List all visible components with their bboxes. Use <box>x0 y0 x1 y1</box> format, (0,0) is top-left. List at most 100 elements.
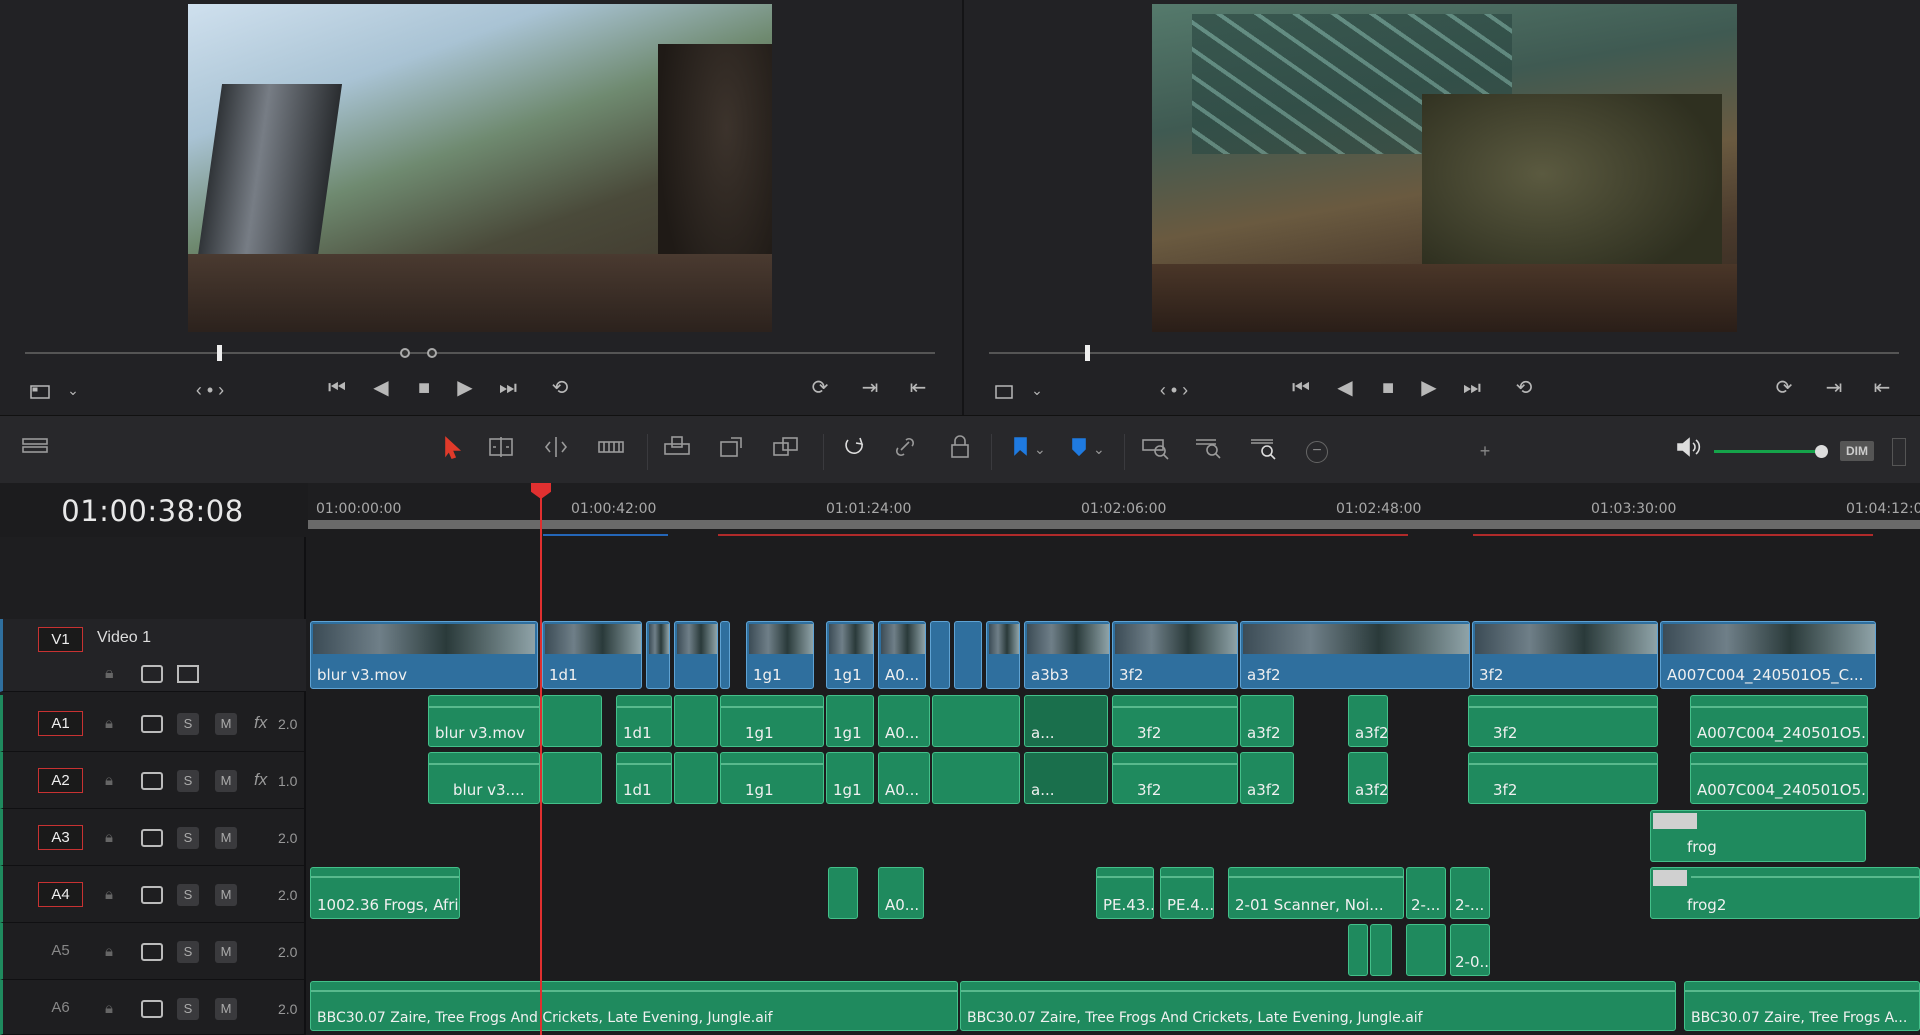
audio-clip[interactable]: A0... <box>878 695 930 747</box>
timeline-view-options-icon[interactable] <box>20 434 56 466</box>
go-to-end-icon[interactable]: ⏭ <box>493 376 523 404</box>
audio-clip[interactable]: 3f2 <box>1112 752 1238 804</box>
video-clip[interactable]: 1d1 <box>542 621 642 689</box>
match-frame-icon[interactable]: ⟳ <box>805 376 835 404</box>
play-reverse-icon[interactable]: ◀ <box>366 376 396 404</box>
audio-clip[interactable]: a3f2 <box>1240 695 1294 747</box>
video-clip[interactable] <box>930 621 950 689</box>
video-clip[interactable]: 1g1 <box>826 621 874 689</box>
video-clip[interactable]: 3f2 <box>1112 621 1238 689</box>
jog-control[interactable]: ‹ • › <box>195 378 225 406</box>
audio-clip[interactable]: 3f2 <box>1468 752 1658 804</box>
stop-icon[interactable]: ■ <box>1373 376 1403 404</box>
jog-control[interactable]: ‹ • › <box>1159 378 1189 406</box>
audio-clip[interactable]: 1g1 <box>826 752 874 804</box>
audio-clip[interactable]: blur v3.... <box>428 752 540 804</box>
track-name-a2[interactable]: A2 <box>38 768 83 793</box>
audio-clip[interactable] <box>1370 924 1392 976</box>
stop-icon[interactable]: ■ <box>409 376 439 404</box>
track-volume[interactable]: 2.0 <box>278 944 297 960</box>
detail-zoom-icon[interactable] <box>1193 434 1229 466</box>
audio-clip[interactable] <box>1406 924 1446 976</box>
match-frame-icon[interactable]: ⟳ <box>1769 376 1799 404</box>
track-volume[interactable]: 2.0 <box>278 830 297 846</box>
lock-icon[interactable]: 🔒︎ <box>105 665 127 683</box>
source-scrub-bar[interactable] <box>25 345 935 361</box>
zoom-in-icon[interactable]: + <box>1474 441 1496 463</box>
ruler-range-bar[interactable] <box>308 520 1920 529</box>
mark-out-icon[interactable]: ⇤ <box>903 376 933 404</box>
track-name-a4[interactable]: A4 <box>38 882 83 907</box>
track-volume[interactable]: 2.0 <box>278 887 297 903</box>
audio-clip[interactable] <box>932 752 1020 804</box>
audio-clip[interactable] <box>674 695 718 747</box>
audio-clip[interactable]: a3f2 <box>1348 752 1388 804</box>
play-icon[interactable]: ▶ <box>1414 376 1444 404</box>
audio-clip[interactable]: BBC30.07 Zaire, Tree Frogs And Crickets,… <box>310 981 958 1031</box>
video-clip[interactable] <box>954 621 982 689</box>
lock-icon[interactable]: 🔒︎ <box>105 829 127 847</box>
position-lock-icon[interactable] <box>945 434 981 466</box>
insert-clip-icon[interactable] <box>662 434 698 466</box>
playhead[interactable] <box>540 483 542 1035</box>
auto-select-icon[interactable] <box>141 943 163 961</box>
video-clip[interactable]: a3f2 <box>1240 621 1470 689</box>
track-name-v1[interactable]: V1 <box>38 627 83 652</box>
mark-in-icon[interactable]: ⇥ <box>855 376 885 404</box>
solo-button[interactable]: S <box>177 884 199 906</box>
trim-tool-icon[interactable] <box>486 434 522 466</box>
selection-tool-icon[interactable] <box>437 434 473 466</box>
solo-button[interactable]: S <box>177 941 199 963</box>
lock-icon[interactable]: 🔒︎ <box>105 772 127 790</box>
mute-button[interactable]: M <box>215 941 237 963</box>
audio-clip[interactable]: a3f2 <box>1348 695 1388 747</box>
track-header-a5[interactable]: A5 🔒︎ S M 2.0 <box>0 923 306 980</box>
audio-clip[interactable]: BBC30.07 Zaire, Tree Frogs And Crickets,… <box>960 981 1676 1031</box>
video-clip[interactable]: A007C004_240501O5_C... <box>1660 621 1876 689</box>
mute-button[interactable]: M <box>215 713 237 735</box>
audio-clip[interactable] <box>828 867 858 919</box>
audio-clip[interactable] <box>674 752 718 804</box>
audio-clip[interactable]: 1d1 <box>616 752 672 804</box>
audio-clip[interactable]: 2-0... <box>1450 924 1490 976</box>
source-in-marker[interactable] <box>400 348 410 358</box>
audio-clip[interactable] <box>932 695 1020 747</box>
audio-clip[interactable]: PE.4... <box>1160 867 1214 919</box>
track-visibility-icon[interactable] <box>177 665 199 683</box>
source-out-marker[interactable] <box>427 348 437 358</box>
audio-clip[interactable]: frog2 <box>1650 867 1920 919</box>
audio-clip[interactable]: 3f2 <box>1468 695 1658 747</box>
track-volume[interactable]: 2.0 <box>278 716 297 732</box>
linked-selection-icon[interactable] <box>890 434 926 466</box>
lock-icon[interactable]: 🔒︎ <box>105 886 127 904</box>
play-icon[interactable]: ▶ <box>450 376 480 404</box>
overwrite-clip-icon[interactable] <box>717 434 753 466</box>
video-clip[interactable]: A0... <box>878 621 926 689</box>
audio-clip[interactable] <box>542 752 602 804</box>
audio-clip[interactable]: a3f2 <box>1240 752 1294 804</box>
auto-select-icon[interactable] <box>141 829 163 847</box>
replace-clip-icon[interactable] <box>770 434 806 466</box>
mute-button[interactable]: M <box>215 998 237 1020</box>
audio-clip[interactable] <box>542 695 602 747</box>
track-header-a1[interactable]: A1 🔒︎ S M fx 2.0 <box>0 695 306 752</box>
full-extent-zoom-icon[interactable] <box>1140 434 1176 466</box>
solo-button[interactable]: S <box>177 998 199 1020</box>
solo-button[interactable]: S <box>177 770 199 792</box>
audio-clip[interactable]: frog <box>1650 810 1866 862</box>
audio-clip[interactable]: A007C004_240501O5... <box>1690 752 1868 804</box>
video-clip[interactable] <box>674 621 718 689</box>
audio-clip[interactable]: 1d1 <box>616 695 672 747</box>
timeline-scrub-bar[interactable] <box>989 345 1899 361</box>
chevron-down-icon[interactable]: ⌄ <box>58 378 88 406</box>
lock-icon[interactable]: 🔒︎ <box>105 1000 127 1018</box>
auto-select-icon[interactable] <box>141 772 163 790</box>
audio-clip[interactable]: a... <box>1024 752 1108 804</box>
video-clip[interactable] <box>720 621 730 689</box>
timeline-timecode[interactable]: 01:00:38:08 <box>0 483 305 537</box>
go-to-start-icon[interactable]: ⏮ <box>322 376 352 404</box>
dim-button[interactable]: DIM <box>1840 441 1874 461</box>
audio-clip[interactable]: PE.43... <box>1096 867 1154 919</box>
video-clip[interactable]: 1g1 <box>746 621 814 689</box>
auto-select-icon[interactable] <box>141 665 163 683</box>
